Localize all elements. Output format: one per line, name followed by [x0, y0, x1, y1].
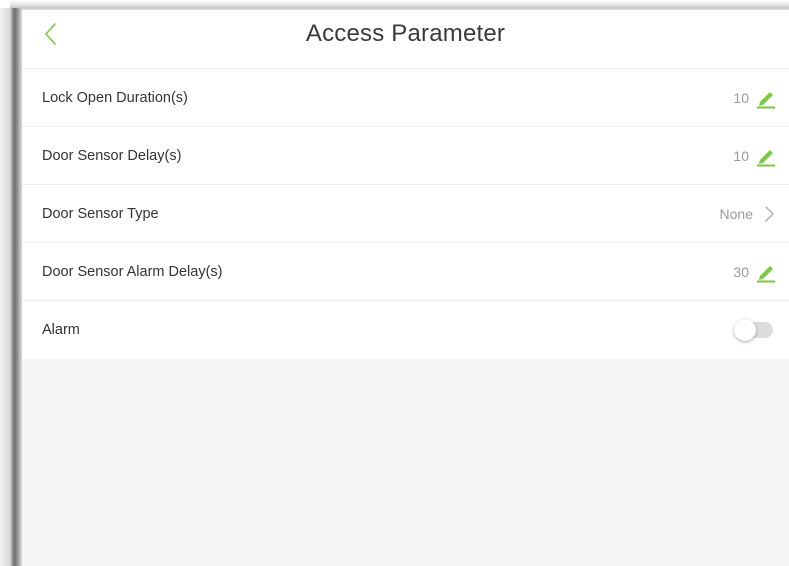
row-door-sensor-delay[interactable]: Door Sensor Delay(s) 10: [22, 127, 789, 185]
pencil-icon[interactable]: [755, 87, 777, 109]
pencil-icon[interactable]: [755, 145, 777, 167]
row-label: Lock Open Duration(s): [42, 90, 188, 106]
row-label: Door Sensor Alarm Delay(s): [42, 264, 223, 280]
chevron-right-icon: [765, 206, 774, 222]
left-bezel: [0, 8, 22, 566]
row-alarm[interactable]: Alarm: [22, 301, 789, 359]
row-value: 10: [733, 148, 749, 164]
top-bezel-shadow: [10, 0, 789, 10]
row-value: None: [719, 206, 753, 222]
row-lock-open-duration[interactable]: Lock Open Duration(s) 10: [22, 69, 789, 127]
row-value-group: [734, 301, 777, 359]
row-label: Door Sensor Delay(s): [42, 148, 182, 164]
row-label: Door Sensor Type: [42, 206, 159, 222]
pencil-icon[interactable]: [755, 261, 777, 283]
row-value-group: 10: [733, 69, 777, 127]
row-value-group: 10: [733, 127, 777, 185]
device-screenshot: Access Parameter Lock Open Duration(s) 1…: [0, 0, 789, 566]
row-label: Alarm: [42, 322, 80, 338]
screen: Access Parameter Lock Open Duration(s) 1…: [22, 10, 789, 566]
row-value-group: None: [720, 185, 777, 243]
toggle-knob: [734, 319, 756, 341]
row-door-sensor-type[interactable]: Door Sensor Type None: [22, 185, 789, 243]
alarm-toggle[interactable]: [734, 319, 773, 341]
page-title: Access Parameter: [305, 20, 506, 47]
row-value-group: 30: [733, 243, 777, 301]
settings-list: Lock Open Duration(s) 10 Door Sensor Del…: [22, 69, 789, 359]
row-value: 10: [733, 90, 749, 106]
row-door-sensor-alarm-delay[interactable]: Door Sensor Alarm Delay(s) 30: [22, 243, 789, 301]
header-bar: Access Parameter: [22, 10, 789, 69]
row-value: 30: [733, 264, 749, 280]
